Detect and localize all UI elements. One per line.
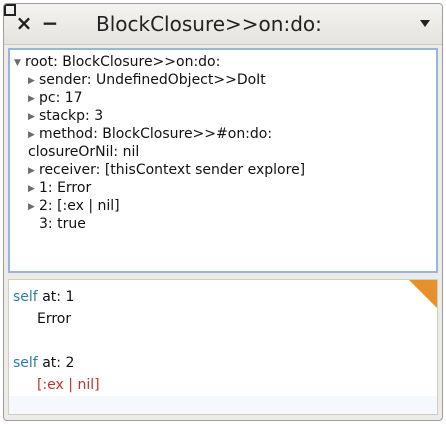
close-icon: ×: [15, 11, 33, 35]
tree-item-label: stackp: 3: [39, 108, 104, 124]
collapsed-triangle-icon[interactable]: ▶: [28, 108, 39, 126]
code-selector: at:: [42, 289, 61, 305]
tree-item-stackp[interactable]: ▶ stackp: 3: [28, 107, 103, 125]
code-pane[interactable]: self at: 1 Error self at: 2 [:ex | nil]: [8, 279, 438, 415]
corner-indicator: [409, 280, 437, 308]
code-result-2: [:ex | nil]: [37, 377, 100, 393]
current-line-highlight: [9, 396, 437, 414]
expanded-triangle-icon[interactable]: ▼: [14, 54, 25, 72]
tree-item-method[interactable]: ▶ method: BlockClosure>>#on:do:: [28, 125, 272, 143]
code-argument: 2: [65, 355, 75, 371]
title-bar[interactable]: × − BlockClosure>>on:do:: [4, 4, 442, 45]
collapsed-triangle-icon[interactable]: ▶: [28, 126, 39, 144]
tree-item-sender[interactable]: ▶ sender: UndefinedObject>>DoIt: [28, 71, 266, 89]
tree-item-pc[interactable]: ▶ pc: 17: [28, 89, 83, 107]
minimize-icon: −: [41, 11, 59, 35]
tree-item-2[interactable]: ▶ 2: [:ex | nil]: [28, 197, 120, 215]
tree-item-label: root: BlockClosure>>on:do:: [25, 54, 221, 70]
collapsed-triangle-icon[interactable]: ▶: [28, 198, 39, 216]
code-line-2: self at: 2: [13, 354, 74, 372]
tree-item-receiver[interactable]: ▶ receiver: [thisContext sender explore]: [28, 161, 305, 179]
window-menu-button[interactable]: [420, 20, 430, 27]
minimize-button[interactable]: −: [41, 11, 59, 35]
tree-item-root[interactable]: ▼ root: BlockClosure>>on:do:: [14, 53, 220, 71]
collapsed-triangle-icon[interactable]: ▶: [28, 90, 39, 108]
tree-item-label: 2: [:ex | nil]: [39, 198, 120, 214]
code-keyword: self: [13, 289, 38, 305]
tree-item-1[interactable]: ▶ 1: Error: [28, 179, 91, 197]
tree-item-label: 1: Error: [39, 180, 92, 196]
tree-item-label: 3: true: [39, 216, 86, 232]
code-result-1: Error: [37, 311, 72, 327]
close-button[interactable]: ×: [15, 11, 33, 35]
window-title: BlockClosure>>on:do:: [96, 12, 322, 36]
tree-item-label: pc: 17: [39, 90, 83, 106]
object-tree[interactable]: ▼ root: BlockClosure>>on:do: ▶ sender: Und…: [8, 48, 438, 273]
collapsed-triangle-icon[interactable]: ▶: [28, 180, 39, 198]
code-selector: at:: [42, 355, 61, 371]
tree-item-label: sender: UndefinedObject>>DoIt: [39, 72, 266, 88]
code-line-1: self at: 1: [13, 288, 74, 306]
tree-item-closure-or-nil[interactable]: closureOrNil: nil: [28, 143, 139, 161]
explorer-window: × − BlockClosure>>on:do: ▼ root: BlockClo…: [3, 3, 443, 421]
tree-item-label: method: BlockClosure>>#on:do:: [39, 126, 273, 142]
tree-item-label: closureOrNil: nil: [28, 144, 140, 160]
tree-item-3[interactable]: 3: true: [39, 215, 86, 233]
collapsed-triangle-icon[interactable]: ▶: [28, 162, 39, 180]
code-keyword: self: [13, 355, 38, 371]
tree-item-label: receiver: [thisContext sender explore]: [39, 162, 306, 178]
code-argument: 1: [65, 289, 75, 305]
collapsed-triangle-icon[interactable]: ▶: [28, 72, 39, 90]
